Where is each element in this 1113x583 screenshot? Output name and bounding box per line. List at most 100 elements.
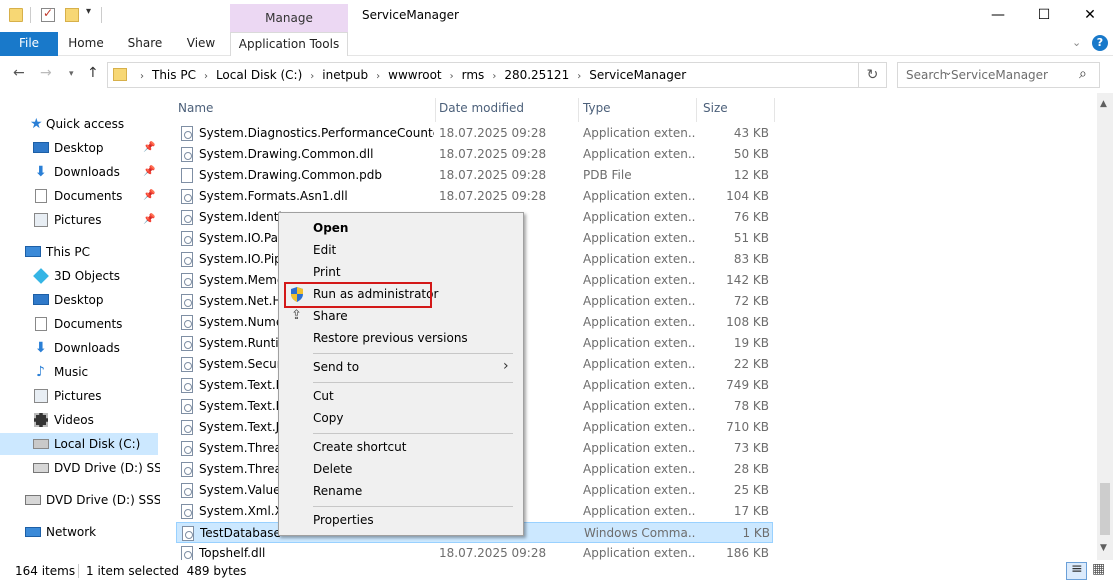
new-folder-icon[interactable] [65, 8, 79, 22]
column-header-type[interactable]: Type [583, 101, 611, 121]
search-icon[interactable]: ⌕ [1079, 66, 1087, 82]
menu-item-restore-previous-versions[interactable]: Restore previous versions [282, 328, 520, 349]
tab-application-tools[interactable]: Application Tools [230, 32, 348, 56]
chevron-right-icon[interactable]: › [450, 71, 454, 82]
recent-locations-button[interactable]: ▾ [69, 69, 74, 79]
tab-home[interactable]: Home [58, 32, 114, 56]
crumb-inetpub[interactable]: inetpub [322, 68, 368, 82]
nav-local-disk[interactable]: Local Disk (C:) [0, 433, 158, 455]
nav-quick-access[interactable]: ★ Quick access [0, 113, 160, 135]
column-header-size[interactable]: Size [703, 101, 728, 121]
up-button[interactable]: ↑ [87, 65, 99, 81]
tab-view[interactable]: View [176, 32, 226, 56]
chevron-right-icon[interactable]: › [204, 71, 208, 82]
table-row[interactable]: Topshelf.dll 18.07.2025 09:28 Applicatio… [176, 543, 773, 560]
crumb-version[interactable]: 280.25121 [504, 68, 569, 82]
dll-file-icon [181, 462, 193, 477]
file-type: Application exten... [583, 210, 695, 224]
search-input[interactable] [898, 63, 1073, 87]
column-header-date[interactable]: Date modified [439, 101, 524, 121]
forward-button[interactable]: → [40, 65, 52, 81]
menu-item-edit[interactable]: Edit [282, 240, 520, 261]
crumb-servicemanager[interactable]: ServiceManager [589, 68, 686, 82]
menu-item-create-shortcut[interactable]: Create shortcut [282, 437, 520, 458]
chevron-right-icon[interactable]: › [376, 71, 380, 82]
properties-icon[interactable] [41, 6, 55, 22]
file-size: 17 KB [733, 504, 769, 518]
nav-this-pc[interactable]: This PC [0, 241, 160, 263]
close-button[interactable]: ✕ [1067, 0, 1113, 32]
table-row[interactable]: System.Drawing.Common.dll 18.07.2025 09:… [176, 144, 773, 165]
chevron-right-icon[interactable]: › [492, 71, 496, 82]
refresh-button[interactable]: ↻ [859, 62, 887, 88]
nav-desktop[interactable]: Desktop [0, 289, 160, 311]
chevron-right-icon[interactable]: › [310, 71, 314, 82]
maximize-button[interactable]: ☐ [1021, 0, 1067, 32]
details-view-icon[interactable] [1066, 561, 1087, 580]
nav-label: Pictures [54, 389, 102, 403]
back-button[interactable]: ← [13, 65, 25, 81]
crumb-local-disk[interactable]: Local Disk (C:) [216, 68, 302, 82]
local-disk-icon [33, 439, 49, 449]
column-divider[interactable] [774, 98, 775, 122]
pin-icon[interactable]: 📌 [143, 185, 155, 207]
nav-documents-pinned[interactable]: Documents 📌 [0, 185, 160, 207]
nav-desktop-pinned[interactable]: Desktop 📌 [0, 137, 160, 159]
menu-item-rename[interactable]: Rename [282, 481, 520, 502]
crumb-this-pc[interactable]: This PC [152, 68, 196, 82]
pin-icon[interactable]: 📌 [143, 209, 155, 231]
crumb-wwwroot[interactable]: wwwroot [388, 68, 442, 82]
nav-videos[interactable]: Videos [0, 409, 160, 431]
column-header-name[interactable]: Name [178, 101, 213, 121]
chevron-right-icon[interactable]: › [140, 71, 144, 82]
help-icon[interactable]: ? [1092, 35, 1108, 51]
address-bar[interactable]: › This PC › Local Disk (C:) › inetpub › wwwroot… [107, 62, 952, 88]
scrollbar-thumb[interactable] [1100, 483, 1110, 535]
table-row[interactable]: System.Diagnostics.PerformanceCounter...… [176, 123, 773, 144]
column-divider[interactable] [435, 98, 436, 122]
file-size: 186 KB [726, 546, 769, 560]
vertical-scrollbar[interactable]: ▲ ▼ [1097, 93, 1113, 560]
manage-tab[interactable]: Manage [230, 4, 348, 32]
nav-downloads-pinned[interactable]: ⬇ Downloads 📌 [0, 161, 160, 183]
nav-dvd-drive-sub[interactable]: DVD Drive (D:) SSS_X [0, 457, 160, 479]
menu-item-open[interactable]: Open [282, 218, 520, 239]
column-divider[interactable] [578, 98, 579, 122]
table-row[interactable]: System.Drawing.Common.pdb 18.07.2025 09:… [176, 165, 773, 186]
nav-music[interactable]: ♪ Music [0, 361, 160, 383]
menu-item-properties[interactable]: Properties [282, 510, 520, 531]
column-divider[interactable] [696, 98, 697, 122]
customize-quick-access-button[interactable]: ▾ [86, 6, 91, 17]
menu-label: Edit [313, 243, 337, 257]
minimize-button[interactable]: — [975, 0, 1021, 32]
menu-item-delete[interactable]: Delete [282, 459, 520, 480]
menu-item-print[interactable]: Print [282, 262, 520, 283]
table-row[interactable]: System.Formats.Asn1.dll 18.07.2025 09:28… [176, 186, 773, 207]
menu-item-copy[interactable]: Copy [282, 408, 520, 429]
search-box[interactable]: ⌕ [897, 62, 1100, 88]
large-icons-view-icon[interactable] [1091, 561, 1109, 580]
tab-share[interactable]: Share [118, 32, 172, 56]
file-size: 19 KB [733, 336, 769, 350]
expand-ribbon-icon[interactable]: ⌄ [1072, 36, 1081, 49]
menu-item-cut[interactable]: Cut [282, 386, 520, 407]
nav-3d-objects[interactable]: 3D Objects [0, 265, 160, 287]
file-type: Application exten... [583, 252, 695, 266]
scroll-up-icon[interactable]: ▲ [1100, 99, 1107, 109]
nav-pictures-pinned[interactable]: Pictures 📌 [0, 209, 160, 231]
menu-item-share[interactable]: ⇪ Share [282, 306, 520, 327]
scroll-down-icon[interactable]: ▼ [1100, 543, 1107, 553]
nav-pictures[interactable]: Pictures [0, 385, 160, 407]
nav-network[interactable]: Network [0, 521, 160, 543]
chevron-right-icon[interactable]: › [577, 71, 581, 82]
tab-file[interactable]: File [0, 32, 58, 56]
pin-icon[interactable]: 📌 [143, 161, 155, 183]
nav-documents[interactable]: Documents [0, 313, 160, 335]
folder-icon[interactable] [9, 8, 23, 22]
menu-item-send-to[interactable]: Send to › [282, 357, 520, 378]
pin-icon[interactable]: 📌 [143, 137, 155, 159]
crumb-rms[interactable]: rms [462, 68, 485, 82]
nav-downloads[interactable]: ⬇ Downloads [0, 337, 160, 359]
divider [30, 7, 31, 23]
nav-dvd-drive[interactable]: DVD Drive (D:) SSS_X6 [0, 489, 160, 511]
